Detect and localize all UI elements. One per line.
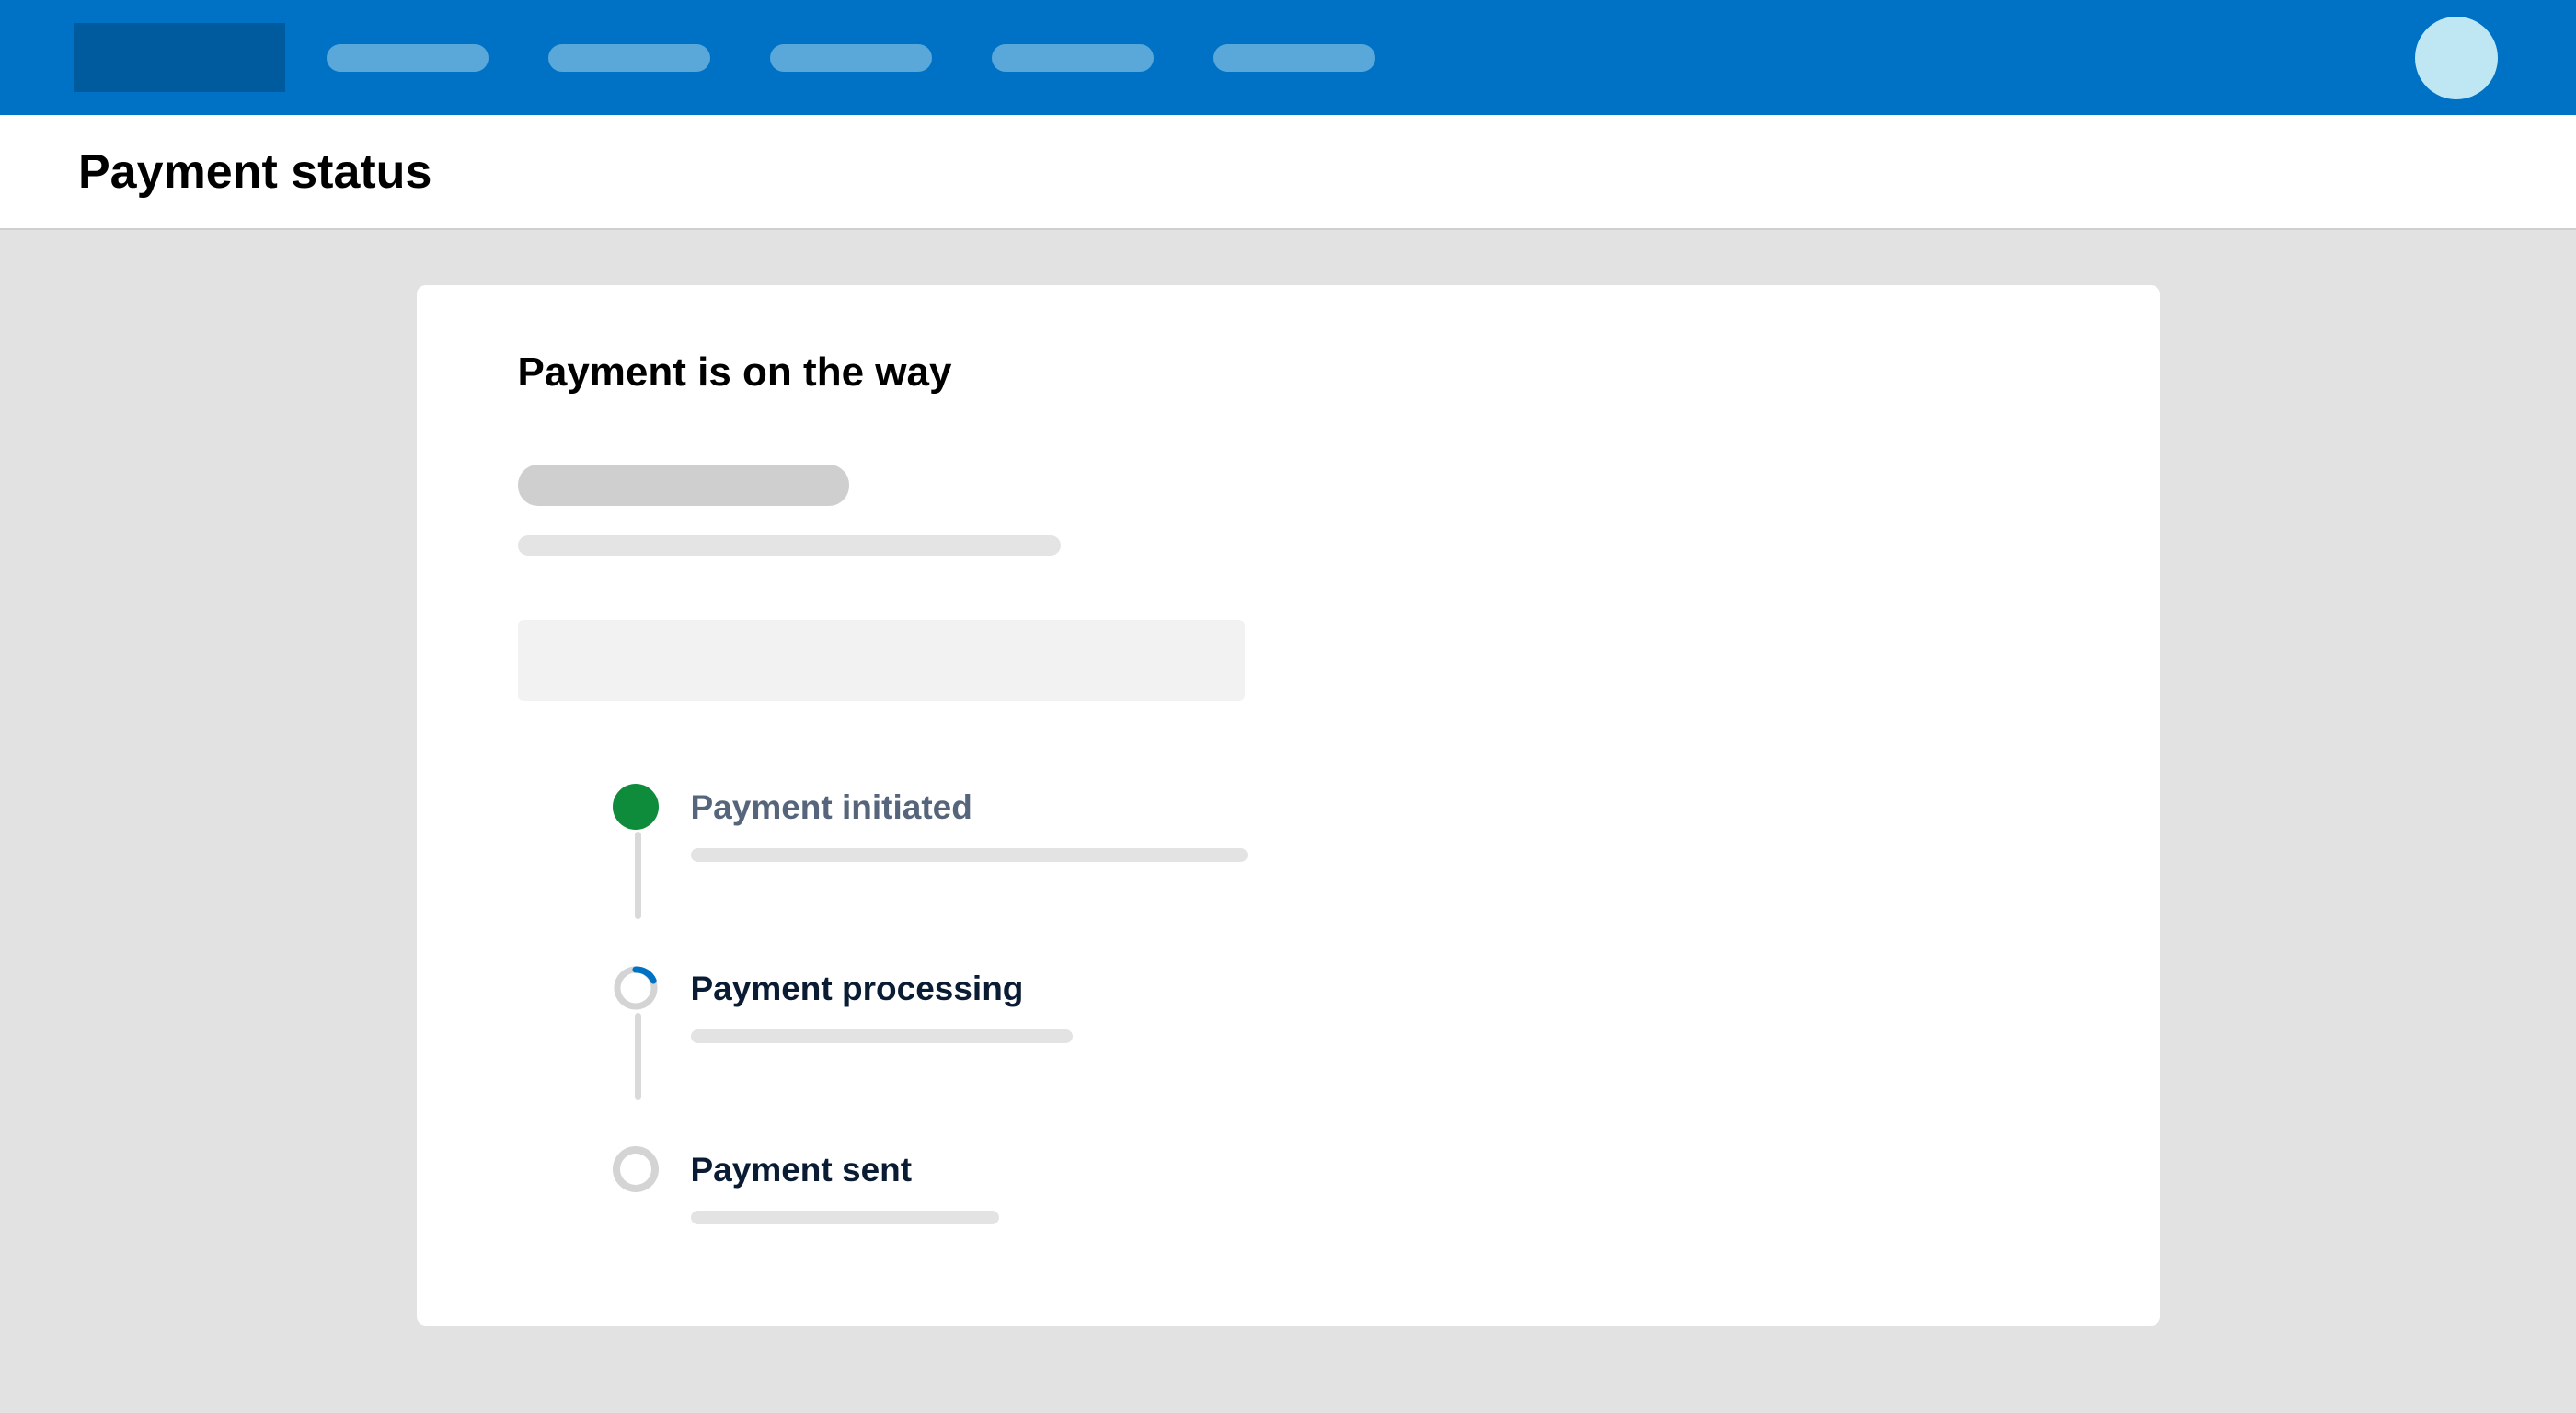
step-pending-icon	[613, 1146, 659, 1192]
step-label: Payment processing	[691, 970, 1073, 1008]
step-label: Payment initiated	[691, 788, 1248, 827]
step-body: Payment initiated	[691, 784, 1248, 862]
placeholder-line	[518, 535, 1061, 556]
top-nav	[0, 0, 2576, 115]
timeline-step-processing: Payment processing	[613, 965, 2059, 1043]
step-detail-placeholder	[691, 1211, 999, 1224]
step-complete-icon	[613, 784, 659, 830]
user-avatar[interactable]	[2415, 17, 2498, 99]
nav-link-4[interactable]	[992, 44, 1154, 72]
step-body: Payment sent	[691, 1146, 999, 1224]
nav-link-1[interactable]	[327, 44, 489, 72]
nav-link-2[interactable]	[548, 44, 710, 72]
page-title-bar: Payment status	[0, 115, 2576, 230]
step-detail-placeholder	[691, 848, 1248, 862]
placeholder-box	[518, 620, 1245, 701]
logo-placeholder[interactable]	[74, 23, 285, 92]
timeline-step-sent: Payment sent	[613, 1146, 2059, 1224]
placeholder-subheading	[518, 465, 849, 506]
nav-link-3[interactable]	[770, 44, 932, 72]
page-title: Payment status	[78, 144, 431, 200]
card-title: Payment is on the way	[518, 350, 2059, 396]
step-body: Payment processing	[691, 965, 1073, 1043]
timeline-connector	[635, 1013, 641, 1100]
step-detail-placeholder	[691, 1029, 1073, 1043]
timeline-connector	[635, 832, 641, 919]
step-label: Payment sent	[691, 1151, 999, 1189]
spinner-icon	[613, 965, 659, 1011]
nav-link-5[interactable]	[1213, 44, 1375, 72]
content-area: Payment is on the way Payment initiated	[0, 230, 2576, 1326]
timeline-step-initiated: Payment initiated	[613, 784, 2059, 862]
payment-status-card: Payment is on the way Payment initiated	[417, 285, 2160, 1326]
status-timeline: Payment initiated Payment processing	[518, 784, 2059, 1224]
